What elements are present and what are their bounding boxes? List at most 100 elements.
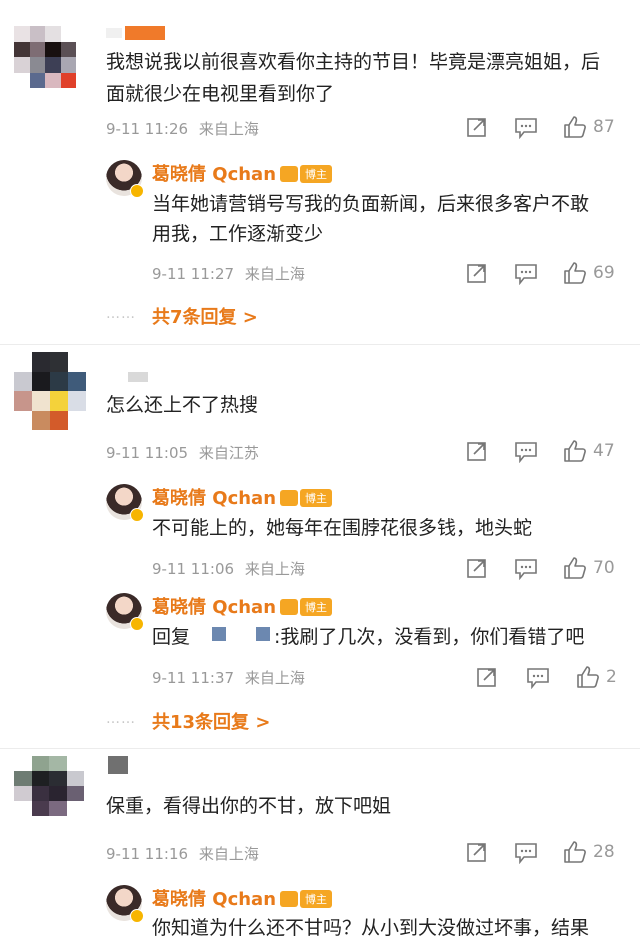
reply-meta: 9-11 11:27 来自上海 (152, 263, 305, 284)
like-count: 2 (606, 667, 617, 687)
reply-author[interactable]: 葛晓倩 Qchan 博主 (152, 484, 333, 510)
crown-icon (280, 166, 299, 182)
divider (0, 748, 640, 749)
comment-meta: 9-11 11:16 来自上海 (106, 843, 259, 864)
reply-text: 当年她请营销号写我的负面新闻，后来很多客户不敢 (152, 193, 590, 215)
comment-time: 9-11 11:16 (106, 845, 189, 863)
like-button[interactable]: 2 (576, 665, 617, 689)
comment-meta: 9-11 11:05 来自江苏 (106, 442, 259, 463)
like-button[interactable]: 28 (563, 840, 615, 864)
more-replies-link[interactable]: 共7条回复 > (152, 303, 258, 329)
reply-author-name: 葛晓倩 Qchan (152, 597, 277, 618)
share-button[interactable] (466, 262, 488, 284)
like-icon (577, 666, 599, 688)
thread-dots: …… (106, 306, 136, 322)
share-button[interactable] (466, 557, 488, 579)
verified-badge-icon (130, 184, 144, 198)
commenter-avatar[interactable] (14, 352, 86, 430)
comment-icon (515, 118, 537, 139)
comment-button[interactable] (514, 558, 538, 580)
comment-location: 来自江苏 (198, 444, 259, 462)
like-icon (564, 440, 586, 462)
reply-time: 9-11 11:06 (152, 560, 235, 578)
share-button[interactable] (466, 116, 488, 138)
reply-location: 来自上海 (244, 560, 305, 578)
verified-badge-icon (130, 909, 144, 923)
comment-location: 来自上海 (198, 120, 259, 138)
commenter-name-redacted (106, 28, 122, 38)
like-count: 47 (593, 441, 615, 461)
like-button[interactable]: 87 (563, 115, 615, 139)
comment-text: 面就很少在电视里看到你了 (106, 83, 335, 105)
comment-button[interactable] (514, 263, 538, 285)
crown-icon (280, 891, 299, 907)
reply-text: 回复 :我刷了几次，没看到，你们看错了吧 (152, 621, 584, 653)
reply-prefix: 回复 (152, 626, 191, 648)
reply-author-name: 葛晓倩 Qchan (152, 164, 277, 185)
comment-icon (515, 264, 537, 285)
share-icon (467, 118, 486, 137)
reply-text: 不可能上的，她每年在围脖花很多钱，地头蛇 (152, 517, 533, 539)
share-icon (467, 559, 486, 578)
reply-time: 9-11 11:27 (152, 265, 235, 283)
comment-button[interactable] (514, 842, 538, 864)
share-button[interactable] (466, 440, 488, 462)
reply-body: :我刷了几次，没看到，你们看错了吧 (274, 626, 585, 648)
reply-meta: 9-11 11:37 来自上海 (152, 667, 305, 688)
reply-author-name: 葛晓倩 Qchan (152, 889, 277, 910)
like-count: 69 (593, 263, 615, 283)
commenter-avatar[interactable] (14, 756, 84, 816)
more-replies-link[interactable]: 共13条回复 > (152, 708, 270, 734)
thread-dots: …… (106, 711, 136, 727)
like-count: 28 (593, 842, 615, 862)
commenter-avatar[interactable] (14, 26, 76, 88)
comment-button[interactable] (514, 117, 538, 139)
share-button[interactable] (466, 841, 488, 863)
comment-button[interactable] (526, 667, 550, 689)
comment-button[interactable] (514, 441, 538, 463)
blogger-badge: 博主 (300, 598, 333, 616)
comment-meta: 9-11 11:26 来自上海 (106, 118, 259, 139)
blogger-badge: 博主 (300, 890, 333, 908)
comment-time: 9-11 11:05 (106, 444, 189, 462)
like-count: 70 (593, 558, 615, 578)
reply-author[interactable]: 葛晓倩 Qchan 博主 (152, 160, 333, 186)
like-icon (564, 557, 586, 579)
commenter-name-redacted (108, 756, 128, 774)
comment-icon (515, 442, 537, 463)
comment-icon (527, 668, 549, 689)
blogger-badge: 博主 (300, 489, 333, 507)
commenter-name-redacted (128, 372, 148, 382)
reply-location: 来自上海 (244, 265, 305, 283)
reply-author-name: 葛晓倩 Qchan (152, 488, 277, 509)
crown-icon (280, 490, 299, 506)
reply-text: 你知道为什么还不甘吗？从小到大没做过坏事，结果 (152, 917, 590, 939)
mention-redacted[interactable] (190, 621, 274, 653)
comment-text: 保重，看得出你的不甘，放下吧姐 (106, 795, 392, 817)
like-count: 87 (593, 117, 615, 137)
like-button[interactable]: 70 (563, 556, 615, 580)
verified-badge-icon (130, 508, 144, 522)
like-button[interactable]: 69 (563, 261, 615, 285)
reply-author[interactable]: 葛晓倩 Qchan 博主 (152, 885, 333, 911)
reply-text: 用我，工作逐渐变少 (152, 223, 324, 245)
reply-author[interactable]: 葛晓倩 Qchan 博主 (152, 593, 333, 619)
reply-time: 9-11 11:37 (152, 669, 235, 687)
comment-icon (515, 843, 537, 864)
comment-location: 来自上海 (198, 845, 259, 863)
like-button[interactable]: 47 (563, 439, 615, 463)
share-icon (467, 442, 486, 461)
divider (0, 344, 640, 345)
comment-time: 9-11 11:26 (106, 120, 189, 138)
like-icon (564, 841, 586, 863)
share-button[interactable] (476, 666, 498, 688)
like-icon (564, 116, 586, 138)
comment-icon (515, 559, 537, 580)
commenter-name-redacted (125, 26, 165, 40)
comment-text: 怎么还上不了热搜 (106, 394, 259, 416)
share-icon (467, 843, 486, 862)
reply-meta: 9-11 11:06 来自上海 (152, 558, 305, 579)
like-icon (564, 262, 586, 284)
blogger-badge: 博主 (300, 165, 333, 183)
verified-badge-icon (130, 617, 144, 631)
